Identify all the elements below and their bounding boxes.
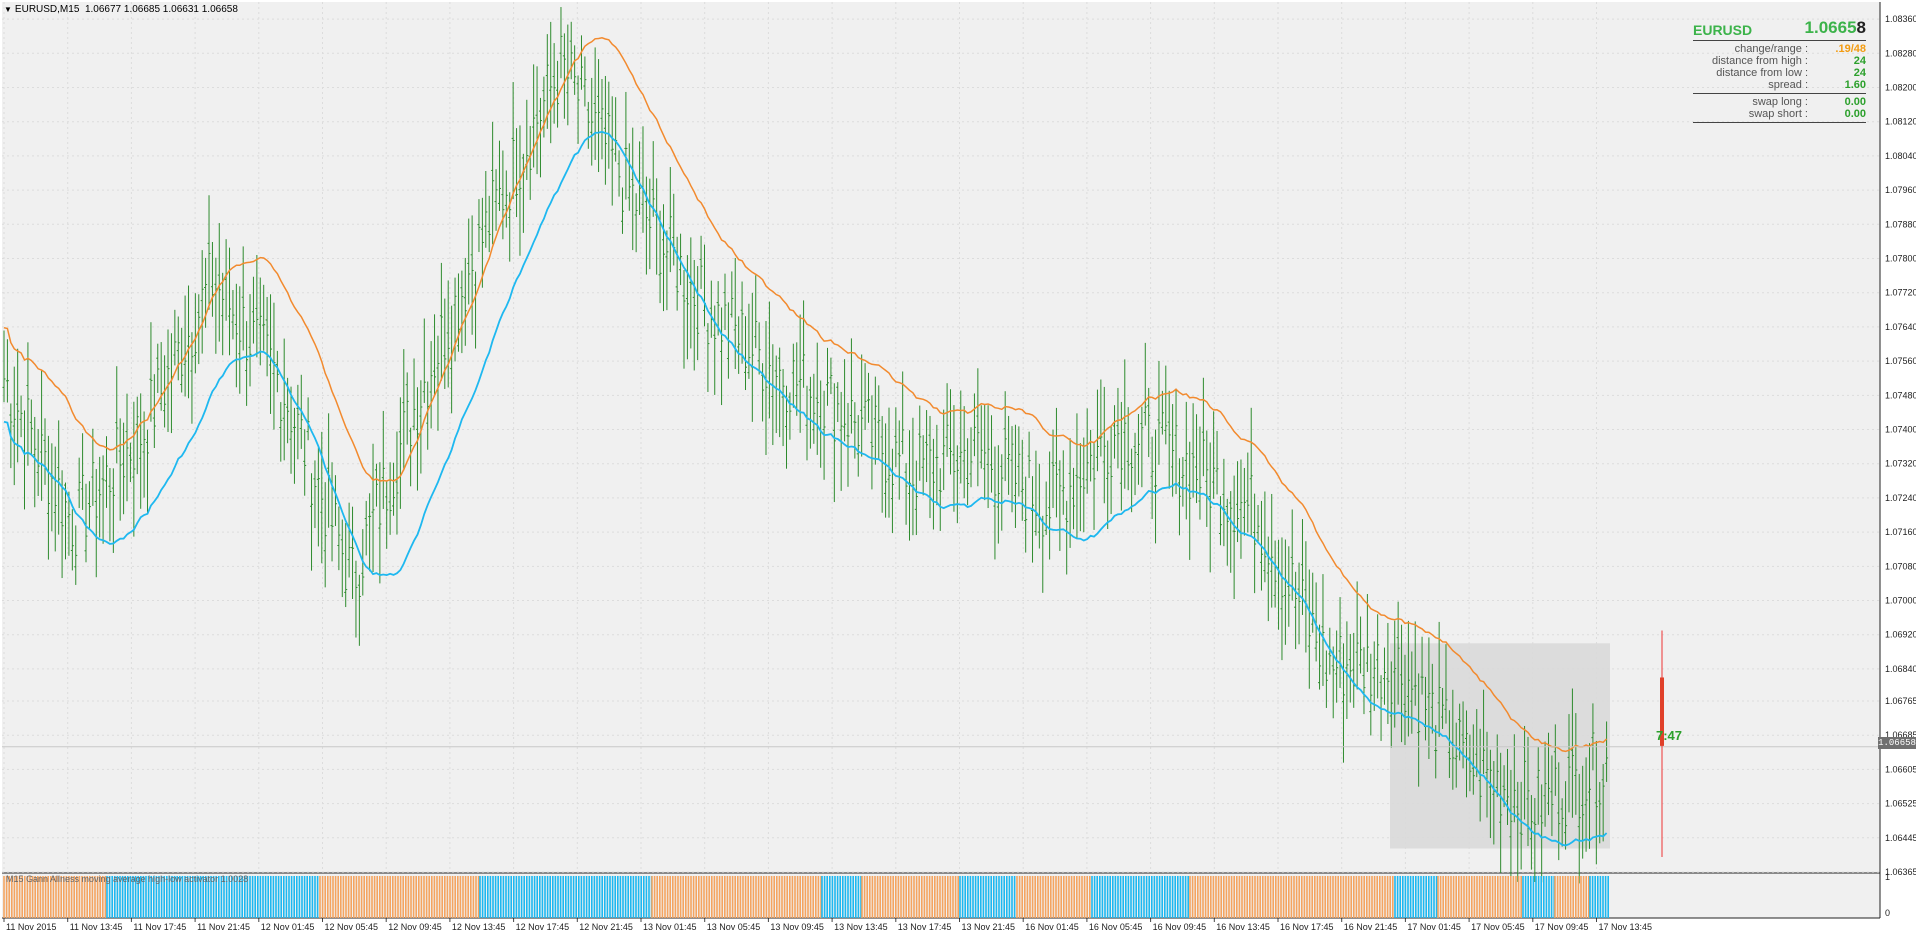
price-axis-label: 1.07800 <box>1885 254 1916 264</box>
time-axis-label: 13 Nov 05:45 <box>707 922 761 932</box>
price-axis-label: 1.06445 <box>1885 833 1916 843</box>
info-row-spread: spread : 1.60 <box>1693 79 1866 91</box>
price-axis-label: 1.07080 <box>1885 561 1916 571</box>
time-axis-label: 13 Nov 13:45 <box>834 922 888 932</box>
time-axis-label: 11 Nov 17:45 <box>133 922 186 932</box>
time-axis-label: 12 Nov 05:45 <box>325 922 379 932</box>
info-row-distance-low: distance from low : 24 <box>1693 67 1866 79</box>
info-row-value: 24 <box>1853 55 1866 67</box>
info-row-value: 0.00 <box>1844 96 1866 108</box>
price-axis-label: 1.08280 <box>1885 48 1916 58</box>
info-row-change-range: change/range : .19/48 <box>1693 43 1866 55</box>
info-row-swap-long: swap long : 0.00 <box>1693 96 1866 108</box>
price-axis-label: 1.07960 <box>1885 185 1916 195</box>
time-axis-label: 16 Nov 09:45 <box>1153 922 1207 932</box>
info-symbol: EURUSD <box>1693 22 1753 38</box>
info-row-value: 24 <box>1853 67 1866 79</box>
price-axis-label: 1.08200 <box>1885 83 1916 93</box>
info-panel: EURUSD 1.06658 change/range : .19/48 dist… <box>1693 16 1866 125</box>
ohlc-values: 1.06677 1.06685 1.06631 1.06658 <box>84 4 238 15</box>
time-axis-label: 17 Nov 13:45 <box>1599 922 1653 932</box>
indicator-axis-label: 1 <box>1885 872 1890 882</box>
info-separator <box>1693 40 1866 41</box>
time-axis-label: 16 Nov 13:45 <box>1216 922 1270 932</box>
time-axis-label: 16 Nov 17:45 <box>1280 922 1334 932</box>
time-axis-label: 12 Nov 17:45 <box>516 922 570 932</box>
time-axis-label: 16 Nov 01:45 <box>1025 922 1079 932</box>
time-axis-label: 13 Nov 17:45 <box>898 922 952 932</box>
info-separator <box>1693 93 1866 94</box>
time-axis-label: 11 Nov 2015 <box>6 922 56 932</box>
info-row-label: distance from high : <box>1712 55 1808 67</box>
info-price-main: 1.0665 <box>1804 18 1857 37</box>
time-axis-label: 17 Nov 05:45 <box>1471 922 1525 932</box>
price-axis-label: 1.07640 <box>1885 322 1916 332</box>
chart-menu-triangle-icon[interactable]: ▼ <box>4 5 12 14</box>
indicator-axis-label: 0 <box>1885 908 1890 918</box>
info-row-value: 0.00 <box>1844 108 1866 120</box>
price-axis-label: 1.07480 <box>1885 390 1916 400</box>
info-row-label: swap short : <box>1748 108 1808 120</box>
info-price-last-digit: 8 <box>1856 18 1866 37</box>
price-axis-label: 1.06525 <box>1885 799 1916 809</box>
price-axis-label: 1.06765 <box>1885 696 1916 706</box>
info-row-swap-short: swap short : 0.00 <box>1693 108 1866 120</box>
price-axis-label: 1.07240 <box>1885 493 1916 503</box>
info-row-label: spread : <box>1768 79 1808 91</box>
time-axis-label: 12 Nov 13:45 <box>452 922 506 932</box>
price-axis-label: 1.07160 <box>1885 527 1916 537</box>
info-row-distance-high: distance from high : 24 <box>1693 55 1866 67</box>
time-axis-label: 12 Nov 21:45 <box>579 922 633 932</box>
info-separator <box>1693 122 1866 123</box>
time-axis-label: 11 Nov 13:45 <box>70 922 123 932</box>
price-axis-label: 1.07720 <box>1885 288 1916 298</box>
info-row-label: change/range : <box>1734 43 1808 55</box>
price-axis-label: 1.07400 <box>1885 425 1916 435</box>
time-axis-label: 17 Nov 09:45 <box>1535 922 1589 932</box>
bar-countdown: 7:47 <box>1656 728 1683 743</box>
time-axis-label: 17 Nov 01:45 <box>1407 922 1461 932</box>
price-axis-label: 1.06605 <box>1885 764 1916 774</box>
price-axis-label: 1.06840 <box>1885 664 1916 674</box>
indicator-label: M15 Gann Allness moving average high-low… <box>6 874 249 884</box>
time-axis-label: 11 Nov 21:45 <box>197 922 250 932</box>
time-axis-label: 16 Nov 21:45 <box>1344 922 1398 932</box>
price-axis-label: 1.07320 <box>1885 459 1916 469</box>
current-price-tag: 1.06658 <box>1878 737 1916 749</box>
price-axis-label: 1.06920 <box>1885 630 1916 640</box>
info-row-label: swap long : <box>1752 96 1808 108</box>
price-chart[interactable]: 1.08360 1.08280 1.08200 1.08120 1.08040 1.079… <box>0 0 1916 936</box>
info-row-label: distance from low : <box>1716 67 1808 79</box>
time-axis-label: 13 Nov 21:45 <box>962 922 1016 932</box>
time-axis-label: 13 Nov 09:45 <box>770 922 824 932</box>
info-row-value: .19/48 <box>1835 43 1866 55</box>
info-rows: change/range : .19/48 distance from high … <box>1693 43 1866 91</box>
info-price: 1.06658 <box>1805 18 1866 38</box>
symbol-timeframe: EURUSD,M15 <box>14 4 80 15</box>
price-axis-label: 1.07560 <box>1885 356 1916 366</box>
chart-header: ▼ EURUSD,M15 1.06677 1.06685 1.06631 1.06… <box>4 4 238 15</box>
price-axis-label: 1.08120 <box>1885 117 1916 127</box>
price-axis-label: 1.08040 <box>1885 151 1916 161</box>
time-axis-label: 12 Nov 01:45 <box>261 922 315 932</box>
price-axis-label: 1.07000 <box>1885 596 1916 606</box>
time-axis-label: 12 Nov 09:45 <box>388 922 442 932</box>
time-axis-label: 13 Nov 01:45 <box>643 922 697 932</box>
price-axis-label: 1.08360 <box>1885 14 1916 24</box>
price-axis-label: 1.07880 <box>1885 219 1916 229</box>
time-axis-label: 16 Nov 05:45 <box>1089 922 1143 932</box>
info-row-value: 1.60 <box>1844 79 1866 91</box>
